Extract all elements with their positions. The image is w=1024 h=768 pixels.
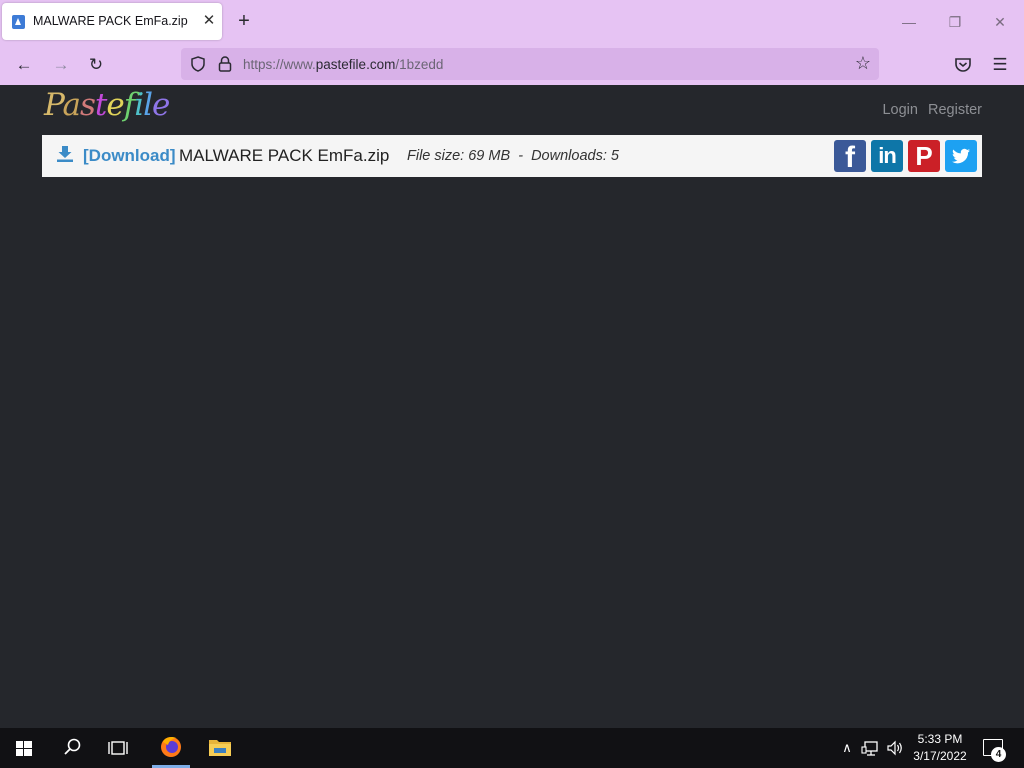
- minimize-icon[interactable]: —: [899, 12, 919, 32]
- hamburger-menu-icon[interactable]: ☰: [991, 56, 1009, 74]
- pocket-icon[interactable]: [954, 56, 972, 74]
- site-favicon-icon: [12, 15, 25, 29]
- download-link[interactable]: [Download]: [83, 146, 176, 166]
- browser-tab-bar: MALWARE PACK EmFa.zip ✕ + — ❐ ✕: [0, 0, 1024, 44]
- new-tab-button[interactable]: +: [234, 11, 254, 31]
- clock-time: 5:33 PM: [917, 732, 963, 746]
- notification-count-badge: 4: [991, 747, 1006, 762]
- volume-icon[interactable]: [885, 738, 905, 758]
- facebook-share-icon[interactable]: f: [834, 140, 866, 174]
- facebook-glyph: f: [845, 141, 855, 174]
- logo-letter: t: [94, 87, 108, 123]
- system-clock[interactable]: 5:33 PM 3/17/2022: [905, 731, 975, 765]
- url-prefix: https://www.: [243, 57, 316, 72]
- address-bar[interactable]: https://www.pastefile.com/1bzedd ☆: [181, 48, 879, 80]
- pinterest-glyph: P: [915, 141, 933, 171]
- logo-letter: l: [143, 87, 153, 123]
- twitter-bird-icon: [952, 148, 970, 164]
- lock-icon[interactable]: [218, 56, 232, 72]
- forward-button[interactable]: →: [49, 53, 73, 77]
- close-tab-icon[interactable]: ✕: [200, 12, 218, 30]
- network-icon[interactable]: [861, 738, 881, 758]
- firefox-taskbar-icon[interactable]: [152, 728, 190, 768]
- linkedin-glyph: in: [878, 143, 897, 168]
- url-host: pastefile.com: [315, 57, 396, 72]
- logo-letter: e: [106, 87, 124, 123]
- bookmark-star-icon[interactable]: ☆: [853, 53, 873, 73]
- logo-letter: f: [123, 87, 136, 123]
- browser-nav-bar: ← → ↻ https://www.pastefile.com/1bzedd ☆…: [0, 44, 1024, 85]
- pastefile-logo[interactable]: Pastefile: [44, 87, 170, 123]
- search-icon[interactable]: [60, 728, 84, 768]
- logo-letter: s: [79, 87, 96, 123]
- auth-links: Login Register: [876, 102, 982, 118]
- back-button[interactable]: ←: [12, 53, 36, 77]
- task-view-icon[interactable]: [108, 728, 132, 768]
- file-info: File size: 69 MB - Downloads: 5: [407, 148, 619, 164]
- logo-letter: a: [62, 87, 81, 123]
- restore-icon[interactable]: ❐: [945, 12, 965, 32]
- tracking-protection-shield-icon[interactable]: [190, 56, 206, 72]
- logo-letter: P: [44, 87, 63, 123]
- show-hidden-icons-chevron-icon[interactable]: ∧: [837, 738, 857, 758]
- web-page: Pastefile Login Register [Download] MALW…: [0, 85, 1024, 728]
- tab-title: MALWARE PACK EmFa.zip: [33, 14, 188, 28]
- file-name: MALWARE PACK EmFa.zip: [179, 146, 390, 165]
- register-link[interactable]: Register: [928, 102, 982, 118]
- pinterest-share-icon[interactable]: P: [908, 140, 940, 172]
- browser-tab[interactable]: MALWARE PACK EmFa.zip ✕: [2, 3, 222, 40]
- download-icon[interactable]: [56, 145, 74, 163]
- twitter-share-icon[interactable]: [945, 140, 977, 172]
- login-link[interactable]: Login: [882, 102, 917, 118]
- url-text[interactable]: https://www.pastefile.com/1bzedd: [243, 57, 443, 72]
- file-explorer-icon[interactable]: [207, 728, 233, 768]
- windows-taskbar: ∧ 5:33 PM 3/17/2022 4: [0, 728, 1024, 768]
- linkedin-share-icon[interactable]: in: [871, 140, 903, 172]
- file-info-bar: [Download] MALWARE PACK EmFa.zip File si…: [42, 135, 982, 177]
- clock-date: 3/17/2022: [913, 749, 967, 763]
- windows-start-icon[interactable]: [14, 728, 34, 768]
- url-path: /1bzedd: [395, 57, 444, 72]
- close-window-icon[interactable]: ✕: [990, 12, 1010, 32]
- logo-letter: i: [134, 87, 144, 123]
- reload-button[interactable]: ↻: [84, 53, 108, 77]
- logo-letter: e: [152, 87, 170, 123]
